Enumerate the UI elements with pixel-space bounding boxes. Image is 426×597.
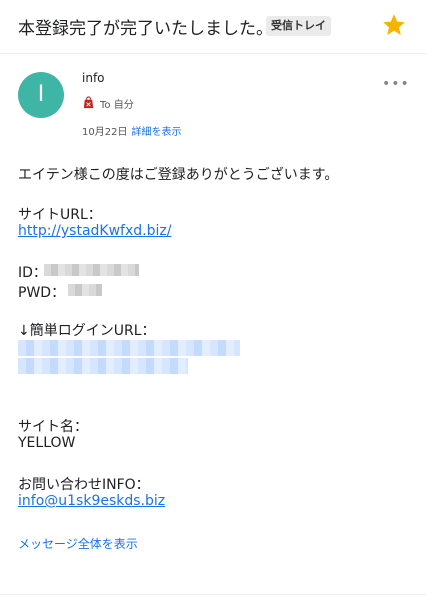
star-icon[interactable] <box>381 12 407 38</box>
redacted-login-url-line2[interactable] <box>18 358 188 374</box>
email-header: 本登録完了が完了いたしました。 受信トレイ <box>0 0 426 54</box>
contact-email-link[interactable]: info@u1sk9eskds.biz <box>18 493 165 509</box>
date-row: 10月22日 詳細を表示 <box>82 123 181 138</box>
site-url-label: サイトURL： <box>18 207 102 223</box>
id-label: ID： <box>18 265 47 281</box>
contact-label: お問い合わせINFO： <box>18 477 150 493</box>
sender-name[interactable]: info <box>82 71 105 85</box>
footer-divider <box>0 594 426 595</box>
redacted-password <box>68 284 102 296</box>
email-subject: 本登録完了が完了いたしました。 <box>18 19 273 39</box>
site-name-label: サイト名： <box>18 419 88 435</box>
pwd-label: PWD： <box>18 285 66 301</box>
site-url-link[interactable]: http://ystadKwfxd.biz/ <box>18 223 171 239</box>
message-date: 10月22日 <box>82 127 128 138</box>
inbox-label-badge[interactable]: 受信トレイ <box>266 16 331 36</box>
redacted-login-url-line1[interactable] <box>18 340 240 356</box>
bag-icon <box>83 96 94 109</box>
greeting-text: エイテン様この度はご登録ありがとうございます。 <box>18 167 339 183</box>
redacted-id <box>44 264 139 276</box>
show-details-link[interactable]: 詳細を表示 <box>131 127 181 138</box>
site-name-value: YELLOW <box>18 435 76 451</box>
show-full-message-link[interactable]: メッセージ全体を表示 <box>18 535 138 552</box>
more-icon[interactable]: ••• <box>382 76 410 92</box>
login-url-label: ↓簡単ログインURL： <box>18 323 156 339</box>
sender-avatar[interactable]: I <box>18 72 64 118</box>
recipient-text: To 自分 <box>100 100 134 111</box>
